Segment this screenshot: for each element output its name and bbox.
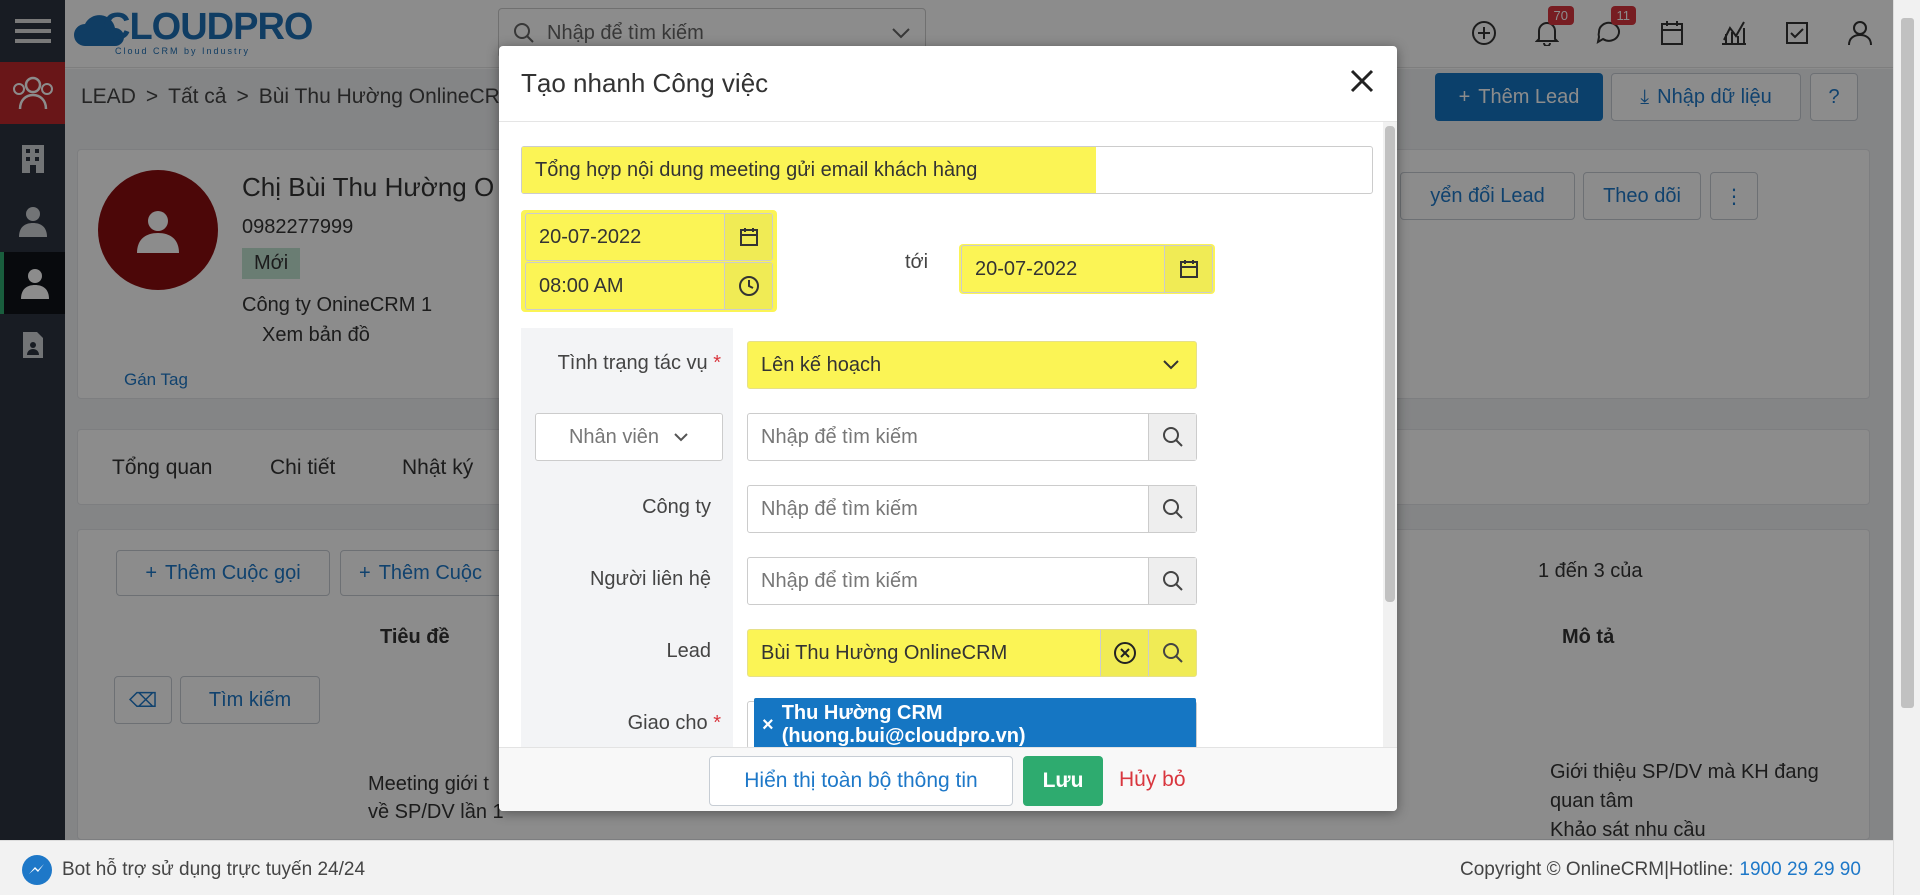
start-date-picker[interactable] <box>724 214 772 260</box>
status-value: Lên kế hoạch <box>761 353 882 376</box>
modal-scrollbar-thumb[interactable] <box>1385 126 1395 602</box>
company-search-input[interactable]: Nhập để tìm kiếm <box>747 485 1197 533</box>
scrollbar-thumb[interactable] <box>1901 18 1914 708</box>
start-date-input[interactable]: 20-07-2022 <box>525 213 773 261</box>
copyright: Copyright © OnlineCRM|Hotline: 1900 29 2… <box>1460 859 1861 881</box>
assign-required-mark: * <box>713 712 721 734</box>
employee-placeholder: Nhập để tìm kiếm <box>761 425 918 448</box>
end-date-value: 20-07-2022 <box>975 257 1078 280</box>
assign-to-input[interactable]: × Thu Hường CRM (huong.bui@cloudpro.vn) <box>747 698 1197 752</box>
cancel-button[interactable]: Hủy bỏ <box>1119 768 1186 792</box>
employee-search-input[interactable]: Nhập để tìm kiếm <box>747 413 1197 461</box>
remove-assignee-icon[interactable]: × <box>762 714 774 737</box>
status-required-mark: * <box>713 352 721 374</box>
clock-icon <box>738 276 759 296</box>
end-date-picker[interactable] <box>1164 246 1212 292</box>
lead-label: Lead <box>666 640 712 662</box>
status-select[interactable]: Lên kế hoạch <box>747 341 1197 389</box>
chevron-down-icon <box>1163 360 1179 370</box>
search-icon <box>1162 427 1183 447</box>
contact-search-button[interactable] <box>1148 558 1196 604</box>
employee-search-button[interactable] <box>1148 414 1196 460</box>
subject-value: Tổng hợp nội dung meeting gửi email khác… <box>522 147 1096 193</box>
end-date-input[interactable]: 20-07-2022 <box>961 245 1213 293</box>
start-time-input[interactable]: 08:00 AM <box>525 262 773 310</box>
save-button[interactable]: Lưu <box>1023 756 1103 806</box>
assign-label: Giao cho * <box>521 712 721 735</box>
contact-placeholder: Nhập để tìm kiếm <box>761 569 918 592</box>
to-label: tới <box>905 251 929 273</box>
calendar-icon <box>739 228 758 246</box>
status-label: Tình trạng tác vụ * <box>521 352 721 375</box>
search-icon <box>1162 499 1183 519</box>
assignee-type-select[interactable]: Nhân viên <box>535 413 723 461</box>
search-icon <box>1162 643 1183 663</box>
start-time-value: 08:00 AM <box>539 274 624 297</box>
close-button[interactable] <box>1349 68 1375 94</box>
contact-label: Người liên hệ <box>589 568 711 590</box>
assignee-type-value: Nhân viên <box>568 425 660 448</box>
calendar-icon <box>1179 260 1198 278</box>
start-time-picker[interactable] <box>724 263 772 309</box>
bot-support-text[interactable]: Bot hỗ trợ sử dụng trực tuyến 24/24 <box>62 859 365 881</box>
company-label: Công ty <box>642 496 711 518</box>
modal-title: Tạo nhanh Công việc <box>521 68 769 98</box>
modal-scrollbar[interactable] <box>1383 122 1397 793</box>
page-scrollbar[interactable] <box>1893 0 1920 895</box>
messenger-icon[interactable] <box>22 855 52 885</box>
modal-footer: Hiển thị toàn bộ thông tin Lưu Hủy bỏ <box>499 747 1397 811</box>
modal-header: Tạo nhanh Công việc <box>499 46 1397 122</box>
clear-circle-icon <box>1113 642 1136 664</box>
quick-create-task-modal: Tạo nhanh Công việc Tổng hợp nội dung me… <box>499 46 1397 811</box>
start-date-value: 20-07-2022 <box>539 225 642 248</box>
company-search-button[interactable] <box>1148 486 1196 532</box>
lead-search-button[interactable] <box>1148 630 1196 676</box>
footer: Bot hỗ trợ sử dụng trực tuyến 24/24 Copy… <box>0 840 1893 895</box>
show-all-info-button[interactable]: Hiển thị toàn bộ thông tin <box>709 756 1013 806</box>
assign-label-text: Giao cho <box>627 712 708 734</box>
chevron-down-icon <box>674 433 688 442</box>
contact-search-input[interactable]: Nhập để tìm kiếm <box>747 557 1197 605</box>
assignee-value: Thu Hường CRM (huong.bui@cloudpro.vn) <box>781 702 1026 747</box>
subject-input[interactable]: Tổng hợp nội dung meeting gửi email khác… <box>521 146 1373 194</box>
close-icon <box>1350 69 1374 93</box>
search-icon <box>1162 571 1183 591</box>
hotline-link[interactable]: 1900 29 29 90 <box>1739 859 1861 881</box>
copyright-text: Copyright © OnlineCRM|Hotline: <box>1460 859 1734 880</box>
company-placeholder: Nhập để tìm kiếm <box>761 497 918 520</box>
lead-clear-button[interactable] <box>1100 630 1148 676</box>
lead-input[interactable]: Bùi Thu Hường OnlineCRM <box>747 629 1197 677</box>
messenger-bolt-icon <box>29 864 44 874</box>
status-label-text: Tình trạng tác vụ <box>557 352 708 374</box>
lead-value: Bùi Thu Hường OnlineCRM <box>761 641 1008 664</box>
assignee-chip: × Thu Hường CRM (huong.bui@cloudpro.vn) <box>754 698 1196 752</box>
